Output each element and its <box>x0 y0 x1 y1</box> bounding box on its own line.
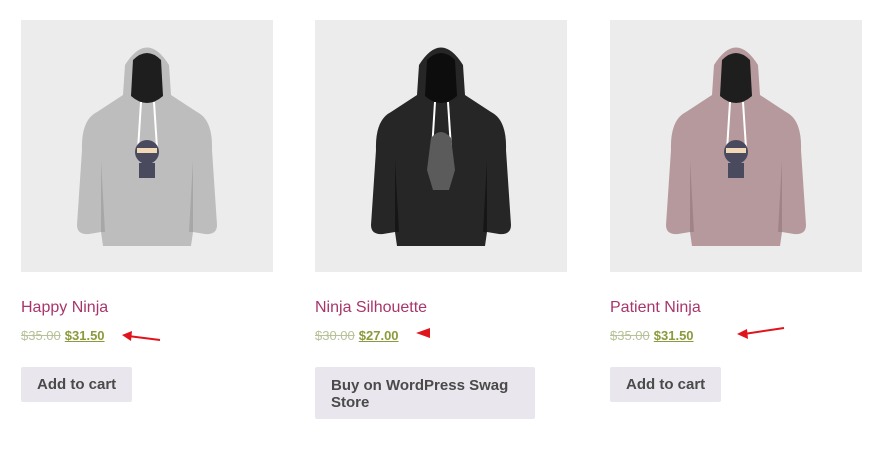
hoodie-image <box>77 47 217 246</box>
product-image[interactable] <box>610 20 862 272</box>
product-image[interactable] <box>21 20 273 272</box>
product-title[interactable]: Patient Ninja <box>610 299 701 317</box>
product-title[interactable]: Happy Ninja <box>21 299 108 317</box>
product-title[interactable]: Ninja Silhouette <box>315 299 427 317</box>
buy-external-button[interactable]: Buy on WordPress Swag Store <box>315 367 535 419</box>
product-image[interactable] <box>315 20 567 272</box>
annotation-arrow-icon <box>737 327 785 339</box>
hoodie-image <box>371 47 511 246</box>
regular-price: $30.00 <box>315 328 355 343</box>
sale-price: $27.00 <box>358 328 399 343</box>
sale-price: $31.50 <box>653 328 694 343</box>
regular-price: $35.00 <box>21 328 61 343</box>
product-card: Ninja Silhouette $30.00 $27.00 Buy on Wor… <box>315 20 567 419</box>
regular-price: $35.00 <box>610 328 650 343</box>
sale-price: $31.50 <box>64 328 105 343</box>
hoodie-image <box>666 47 806 246</box>
product-price: $30.00 $27.00 <box>315 328 399 343</box>
product-price: $35.00 $31.50 <box>610 328 694 343</box>
add-to-cart-button[interactable]: Add to cart <box>610 367 722 402</box>
product-price: $35.00 $31.50 <box>21 328 105 343</box>
annotation-arrow-icon <box>122 331 161 341</box>
product-card: Patient Ninja $35.00 $31.50 Add to cart <box>610 20 862 402</box>
annotation-arrow-icon <box>416 328 430 338</box>
add-to-cart-button[interactable]: Add to cart <box>21 367 133 402</box>
product-card: Happy Ninja $35.00 $31.50 Add to cart <box>21 20 273 402</box>
